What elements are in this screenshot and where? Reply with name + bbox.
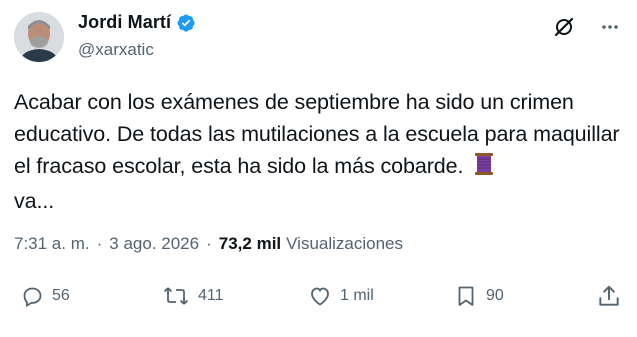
reply-icon (23, 287, 42, 308)
tweet-continuation[interactable]: va... (14, 189, 54, 213)
like-count: 1 mil (340, 287, 374, 304)
avatar[interactable] (14, 12, 64, 62)
heart-icon (311, 287, 329, 306)
tweet-date[interactable]: 3 ago. 2026 (109, 234, 199, 254)
share-button[interactable] (596, 283, 622, 309)
meta-separator: · (206, 234, 212, 253)
avatar-image (14, 12, 64, 62)
more-options-icon[interactable] (597, 14, 623, 40)
bookmark-button[interactable]: 90 (454, 284, 504, 308)
tweet-meta: 7:31 a. m. · 3 ago. 2026 · 73,2 mil Visu… (14, 234, 403, 254)
author-handle[interactable]: @xarxatic (78, 40, 154, 60)
reply-button[interactable]: 56 (20, 284, 70, 308)
tweet-time[interactable]: 7:31 a. m. (14, 234, 90, 254)
meta-separator: · (96, 234, 103, 253)
repost-icon (163, 287, 189, 305)
bookmark-count: 90 (486, 287, 504, 304)
tweet-body: Acabar con los exámenes de septiembre ha… (14, 90, 620, 178)
repost-count: 411 (198, 287, 224, 304)
author-display-name[interactable]: Jordi Martí (78, 12, 171, 33)
grok-icon[interactable] (551, 14, 577, 40)
thread-spool-icon (473, 152, 495, 185)
tweet-text: Acabar con los exámenes de septiembre ha… (14, 86, 624, 217)
top-actions (551, 14, 623, 40)
author-name-row[interactable]: Jordi Martí (78, 12, 196, 33)
share-icon (599, 285, 619, 306)
like-button[interactable]: 1 mil (308, 284, 374, 308)
reply-count: 56 (52, 287, 70, 304)
views-count: 73,2 mil (218, 234, 282, 253)
bookmark-icon (458, 286, 474, 306)
repost-button[interactable]: 411 (162, 284, 224, 308)
views-label: Visualizaciones (286, 234, 404, 253)
verified-badge-icon (176, 13, 196, 33)
